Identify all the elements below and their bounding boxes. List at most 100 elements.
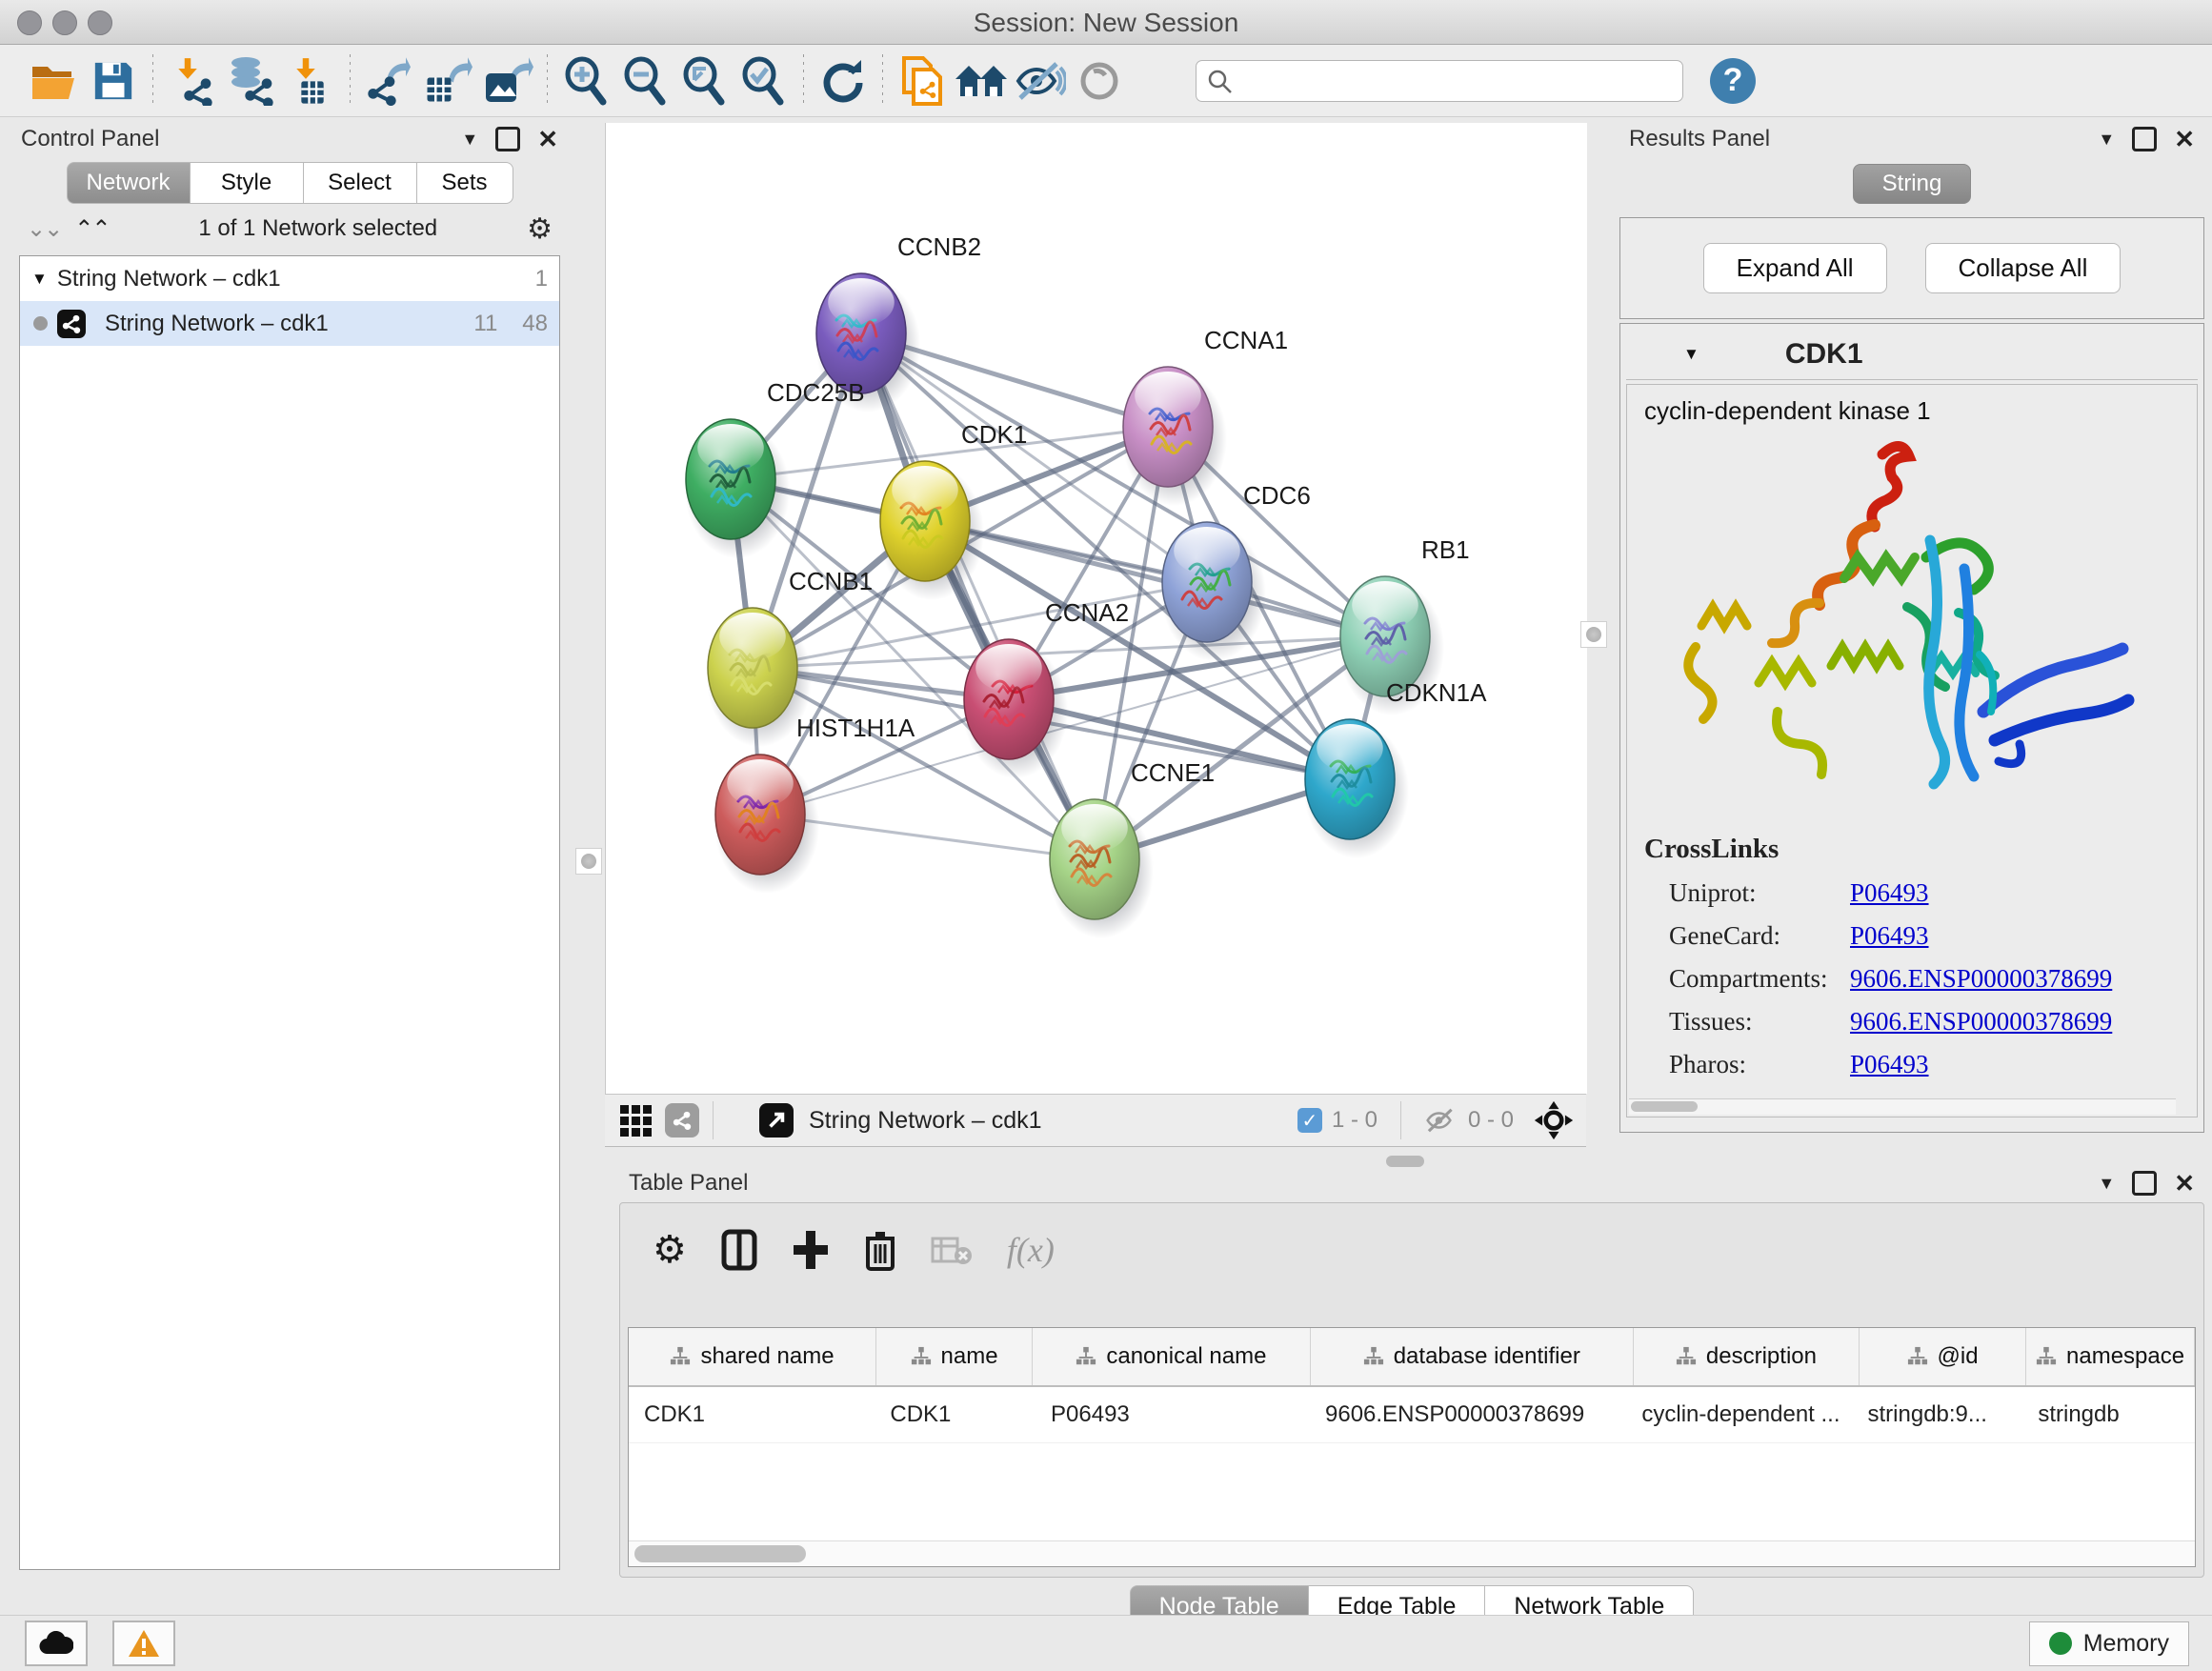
expand-all-networks-icon[interactable]: ⌄⌄ (27, 215, 61, 243)
edge-CCNB2-CCNE1[interactable] (861, 333, 1095, 859)
node-CDC25B[interactable]: CDC25B (685, 378, 865, 558)
table-cell[interactable]: 9606.ENSP00000378699 (1310, 1401, 1626, 1428)
export-image-button[interactable] (478, 51, 537, 111)
close-panel-icon[interactable]: ✕ (2174, 1169, 2195, 1198)
right-splitter-handle[interactable] (1580, 621, 1607, 648)
collapse-panel-icon[interactable]: ▼ (2098, 130, 2115, 150)
column-header-namespace[interactable]: namespace (2026, 1328, 2195, 1385)
float-panel-icon[interactable] (2132, 1171, 2157, 1196)
tissues-link[interactable]: 9606.ENSP00000378699 (1850, 1007, 2112, 1037)
clone-network-button[interactable] (893, 51, 952, 111)
table-settings-gear-icon[interactable]: ⚙ (653, 1228, 687, 1272)
zoom-selected-button[interactable] (734, 51, 794, 111)
open-session-button[interactable] (25, 51, 84, 111)
node-label-RB1: RB1 (1421, 535, 1470, 564)
network-list: ▼ String Network – cdk1 1 String Network… (19, 255, 560, 1570)
collection-disclosure-icon[interactable]: ▼ (31, 270, 48, 289)
column-header-database-identifier[interactable]: database identifier (1311, 1328, 1634, 1385)
collapse-panel-icon[interactable]: ▼ (2098, 1174, 2115, 1194)
table-cell[interactable]: CDK1 (875, 1401, 1036, 1428)
application-window: Session: New Session (0, 0, 2212, 1671)
network-label: String Network – cdk1 (105, 311, 449, 337)
float-panel-icon[interactable] (2132, 127, 2157, 151)
table-cell[interactable]: CDK1 (629, 1401, 875, 1428)
help-button[interactable]: ? (1710, 58, 1756, 104)
tab-string[interactable]: String (1853, 164, 1972, 204)
close-panel-icon[interactable]: ✕ (537, 125, 558, 154)
memory-button[interactable]: Memory (2029, 1621, 2189, 1666)
column-type-icon (911, 1346, 932, 1367)
column-header-name[interactable]: name (876, 1328, 1033, 1385)
pharos-link[interactable]: P06493 (1850, 1050, 1929, 1079)
pan-crosshair-icon[interactable] (1533, 1099, 1575, 1141)
search-input[interactable] (1233, 67, 1673, 95)
results-horizontal-scrollbar[interactable] (1629, 1098, 2176, 1115)
toolbar-separator (152, 54, 153, 108)
import-table-button[interactable] (281, 51, 340, 111)
export-table-button[interactable] (419, 51, 478, 111)
edge-CDK1-RB1[interactable] (925, 521, 1385, 636)
network-row[interactable]: String Network – cdk1 11 48 (20, 301, 559, 346)
zoom-out-button[interactable] (616, 51, 675, 111)
table-horizontal-scrollbar[interactable] (629, 1540, 2195, 1566)
eye-slash-icon (1015, 58, 1066, 104)
delete-column-trash-icon[interactable] (864, 1229, 896, 1271)
add-column-icon[interactable] (792, 1229, 830, 1271)
table-cell[interactable]: P06493 (1036, 1401, 1310, 1428)
annotation-share-icon[interactable] (665, 1103, 699, 1137)
table-row[interactable]: CDK1CDK1P064939606.ENSP00000378699cyclin… (629, 1387, 2195, 1443)
import-network-database-button[interactable] (222, 51, 281, 111)
export-network-icon (365, 56, 414, 106)
cloud-status-button[interactable] (25, 1621, 88, 1666)
node-CDKN1A[interactable]: CDKN1A (1304, 678, 1487, 858)
left-splitter-handle[interactable] (575, 848, 602, 875)
network-collection-row[interactable]: ▼ String Network – cdk1 1 (20, 256, 559, 301)
collapse-all-button[interactable]: Collapse All (1925, 243, 2122, 293)
import-network-file-button[interactable] (163, 51, 222, 111)
uniprot-link[interactable]: P06493 (1850, 878, 1929, 908)
expand-all-button[interactable]: Expand All (1703, 243, 1887, 293)
tab-network[interactable]: Network (67, 162, 191, 204)
warnings-button[interactable] (112, 1621, 175, 1666)
detach-view-icon[interactable] (759, 1103, 794, 1137)
column-header--id[interactable]: @id (1860, 1328, 2026, 1385)
collapse-all-networks-icon[interactable]: ⌃⌃ (74, 215, 109, 243)
tab-style[interactable]: Style (191, 162, 304, 204)
function-builder-icon: f(x) (1007, 1230, 1055, 1270)
column-header-canonical-name[interactable]: canonical name (1033, 1328, 1311, 1385)
node-label-CDC6: CDC6 (1243, 481, 1311, 510)
column-header-description[interactable]: description (1634, 1328, 1860, 1385)
show-hidden-button[interactable] (1070, 51, 1129, 111)
tab-select[interactable]: Select (304, 162, 417, 204)
node-CCNA2[interactable]: CCNA2 (963, 598, 1129, 778)
compartments-link[interactable]: 9606.ENSP00000378699 (1850, 964, 2112, 994)
home-networks-button[interactable] (952, 51, 1011, 111)
table-cell[interactable]: cyclin-dependent ... (1626, 1401, 1852, 1428)
save-session-button[interactable] (84, 51, 143, 111)
hide-selected-button[interactable] (1011, 51, 1070, 111)
genecard-link[interactable]: P06493 (1850, 921, 1929, 951)
refresh-button[interactable] (814, 51, 873, 111)
selected-nodes-checkbox[interactable]: ✓ (1297, 1108, 1322, 1133)
node-CCNE1[interactable]: CCNE1 (1049, 758, 1215, 938)
column-header-shared-name[interactable]: shared name (629, 1328, 876, 1385)
export-network-button[interactable] (360, 51, 419, 111)
gene-disclosure-icon[interactable]: ▼ (1683, 345, 1699, 364)
float-panel-icon[interactable] (495, 127, 520, 151)
table-cell[interactable]: stringdb:9... (1853, 1401, 2023, 1428)
birds-eye-view-icon[interactable] (620, 1105, 652, 1137)
zoom-in-button[interactable] (557, 51, 616, 111)
tab-sets[interactable]: Sets (417, 162, 513, 204)
column-chooser-icon[interactable] (721, 1229, 757, 1271)
toolbar-search[interactable] (1196, 60, 1683, 102)
zoom-fit-button[interactable] (675, 51, 734, 111)
network-graph[interactable]: CCNB2CCNA1CDC25BCDK1CDC6RB1CCNB1CCNA2CDK… (606, 123, 1587, 1094)
node-CCNA1[interactable]: CCNA1 (1122, 326, 1288, 506)
close-panel-icon[interactable]: ✕ (2174, 125, 2195, 154)
network-canvas[interactable]: CCNB2CCNA1CDC25BCDK1CDC6RB1CCNB1CCNA2CDK… (605, 123, 1587, 1094)
table-cell[interactable]: stringdb (2022, 1401, 2195, 1428)
network-options-gear-icon[interactable]: ⚙ (527, 212, 553, 246)
collapse-panel-icon[interactable]: ▼ (461, 130, 478, 150)
delete-table-icon (931, 1233, 973, 1267)
node-CDC6[interactable]: CDC6 (1161, 481, 1311, 661)
